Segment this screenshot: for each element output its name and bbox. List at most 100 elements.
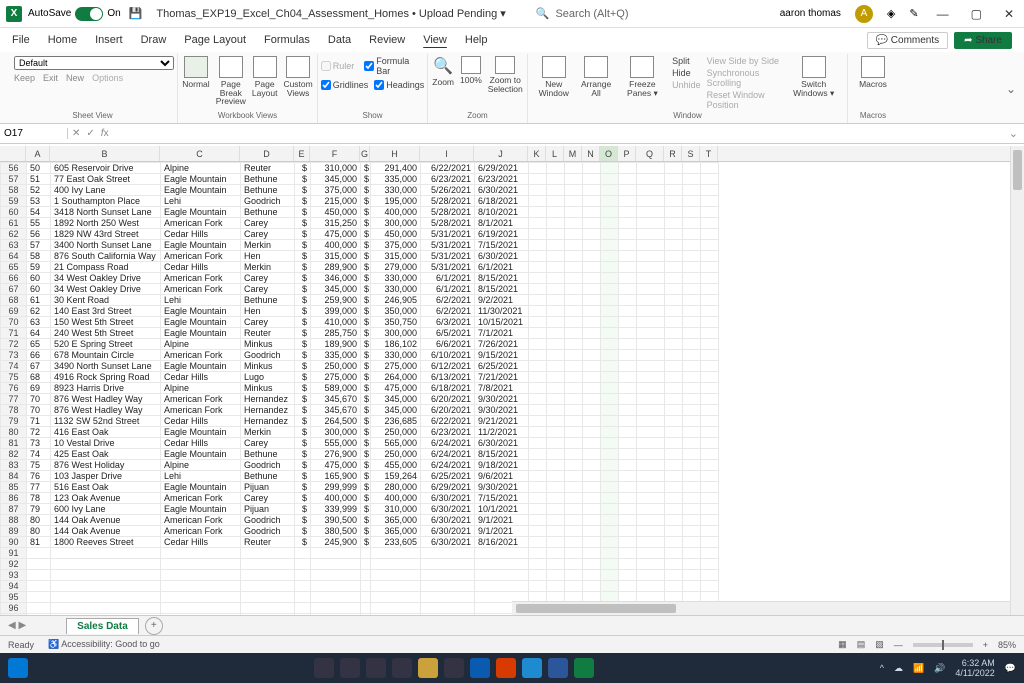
tab-nav-icons[interactable]: ◀ ▶ bbox=[8, 620, 26, 631]
status-accessibility[interactable]: ♿ Accessibility: Good to go bbox=[48, 639, 160, 650]
close-button[interactable]: ✕ bbox=[1000, 7, 1018, 21]
expand-formulabar-icon[interactable]: ⌄ bbox=[1003, 127, 1024, 140]
cells-table[interactable]: 5650605 Reservoir DriveAlpineReuter$310,… bbox=[0, 162, 719, 615]
zoom-level[interactable]: 85% bbox=[998, 640, 1016, 650]
tray-cloud-icon[interactable]: ☁ bbox=[894, 663, 903, 674]
cancel-formula-icon[interactable]: ✕ bbox=[72, 128, 80, 139]
view-pagelayout-icon[interactable]: ▤ bbox=[857, 639, 866, 650]
fx-icon[interactable]: fx bbox=[101, 128, 109, 139]
search-placeholder: Search (Alt+Q) bbox=[555, 8, 628, 20]
enter-formula-icon[interactable]: ✓ bbox=[86, 128, 94, 139]
autosave[interactable]: AutoSave On bbox=[28, 7, 121, 21]
menu-view[interactable]: View bbox=[423, 34, 447, 46]
tb-explorer[interactable] bbox=[418, 658, 438, 678]
maximize-button[interactable]: ▢ bbox=[967, 7, 986, 21]
ruler-check: Ruler bbox=[321, 56, 355, 76]
vertical-scrollbar[interactable] bbox=[1010, 146, 1024, 615]
worksheet-grid[interactable]: ABCDEFGHIJKLMNOPQRST 5650605 Reservoir D… bbox=[0, 146, 1024, 615]
zoom-in-icon[interactable]: + bbox=[983, 640, 988, 650]
view-pagebreak-icon[interactable]: ▧ bbox=[875, 639, 884, 650]
headings-check[interactable]: Headings bbox=[374, 80, 424, 90]
menu-file[interactable]: File bbox=[12, 34, 30, 46]
freezepanes-button[interactable]: Freeze Panes ▾ bbox=[619, 56, 666, 97]
name-box[interactable]: O17 bbox=[0, 128, 68, 139]
keep-button[interactable]: Keep bbox=[14, 73, 35, 83]
os-taskbar[interactable]: ^ ☁ 📶 🔊 6:32 AM 4/11/2022 💬 bbox=[0, 653, 1024, 683]
arrangeall-button[interactable]: Arrange All bbox=[580, 56, 613, 97]
formulabar-check[interactable]: Formula Bar bbox=[364, 56, 424, 76]
save-icon[interactable]: 💾 bbox=[129, 7, 143, 20]
tb-app-3[interactable] bbox=[366, 658, 386, 678]
tray-wifi-icon[interactable]: 📶 bbox=[913, 663, 924, 674]
notifications-icon[interactable]: 💬 bbox=[1005, 663, 1016, 674]
start-button[interactable] bbox=[8, 658, 28, 678]
hide-button[interactable]: Hide bbox=[672, 68, 701, 78]
menu-home[interactable]: Home bbox=[48, 34, 77, 46]
add-sheet-button[interactable]: + bbox=[145, 617, 163, 635]
zoom100-button[interactable]: 100% bbox=[460, 56, 482, 85]
sheet-tab-bar: ◀ ▶ Sales Data + bbox=[0, 615, 1024, 635]
zoom-slider[interactable] bbox=[913, 643, 973, 647]
group-sheetview: Sheet View bbox=[72, 111, 112, 121]
zoom-out-icon[interactable]: — bbox=[894, 640, 903, 650]
autosave-label: AutoSave bbox=[28, 8, 71, 19]
menu-data[interactable]: Data bbox=[328, 34, 351, 46]
tb-excel[interactable] bbox=[574, 658, 594, 678]
tb-app-6[interactable] bbox=[444, 658, 464, 678]
macros-button[interactable]: Macros bbox=[859, 56, 887, 89]
search-box[interactable]: 🔍 Search (Alt+Q) bbox=[536, 7, 629, 20]
clock[interactable]: 6:32 AM 4/11/2022 bbox=[955, 658, 994, 678]
autosave-toggle[interactable] bbox=[75, 7, 103, 21]
title-bar: X AutoSave On 💾 Thomas_EXP19_Excel_Ch04_… bbox=[0, 0, 1024, 28]
exit-button[interactable]: Exit bbox=[43, 73, 58, 83]
menu-draw[interactable]: Draw bbox=[141, 34, 167, 46]
tray-volume-icon[interactable]: 🔊 bbox=[934, 663, 945, 674]
tb-app-4[interactable] bbox=[392, 658, 412, 678]
user-name[interactable]: aaron thomas bbox=[780, 8, 841, 19]
document-title[interactable]: Thomas_EXP19_Excel_Ch04_Assessment_Homes… bbox=[156, 7, 505, 20]
pagebreak-view-button[interactable]: Page Break Preview bbox=[216, 56, 246, 106]
autosave-state: On bbox=[107, 8, 120, 19]
group-workbookviews: Workbook Views bbox=[218, 111, 277, 121]
options-button: Options bbox=[92, 73, 123, 83]
menu-page-layout[interactable]: Page Layout bbox=[184, 34, 246, 46]
gridlines-check[interactable]: Gridlines bbox=[321, 80, 369, 90]
zoom-button[interactable]: 🔍Zoom bbox=[432, 56, 454, 87]
sheetview-dropdown[interactable]: Default bbox=[14, 56, 174, 70]
tb-edge[interactable] bbox=[522, 658, 542, 678]
customviews-button[interactable]: Custom Views bbox=[283, 56, 312, 97]
column-headers[interactable]: ABCDEFGHIJKLMNOPQRST bbox=[0, 146, 1024, 162]
minimize-button[interactable]: — bbox=[933, 7, 953, 21]
switchwindows-button[interactable]: Switch Windows ▾ bbox=[786, 56, 841, 97]
unhide-button: Unhide bbox=[672, 80, 701, 90]
tray-chevron-icon[interactable]: ^ bbox=[880, 663, 884, 673]
comments-button[interactable]: 💬 Comments bbox=[867, 32, 949, 49]
pagelayout-view-button[interactable]: Page Layout bbox=[252, 56, 278, 97]
diamond-icon[interactable]: ◈ bbox=[887, 7, 895, 20]
tb-app-1[interactable] bbox=[314, 658, 334, 678]
newwindow-button[interactable]: New Window bbox=[534, 56, 574, 97]
collapse-ribbon-icon[interactable]: ⌄ bbox=[1006, 82, 1016, 96]
pen-icon[interactable]: ✎ bbox=[909, 7, 918, 20]
split-button[interactable]: Split bbox=[672, 56, 701, 66]
menu-help[interactable]: Help bbox=[465, 34, 488, 46]
ribbon: Default Keep Exit New Options Sheet View… bbox=[0, 52, 1024, 124]
menu-review[interactable]: Review bbox=[369, 34, 405, 46]
menu-bar: File Home Insert Draw Page Layout Formul… bbox=[0, 28, 1024, 52]
formula-bar-row: O17 ✕ ✓ fx ⌄ bbox=[0, 124, 1024, 144]
tb-search[interactable] bbox=[340, 658, 360, 678]
share-button[interactable]: ➦ Share bbox=[954, 32, 1012, 49]
status-ready: Ready bbox=[8, 640, 34, 650]
avatar[interactable]: A bbox=[855, 5, 873, 23]
horizontal-scrollbar[interactable] bbox=[512, 601, 1010, 615]
view-normal-icon[interactable]: ▦ bbox=[838, 639, 847, 650]
tb-word[interactable] bbox=[548, 658, 568, 678]
zoomtosel-button[interactable]: Zoom to Selection bbox=[488, 56, 523, 93]
tb-office[interactable] bbox=[496, 658, 516, 678]
new-button[interactable]: New bbox=[66, 73, 84, 83]
normal-view-button[interactable]: Normal bbox=[182, 56, 209, 89]
tb-mail[interactable] bbox=[470, 658, 490, 678]
menu-insert[interactable]: Insert bbox=[95, 34, 123, 46]
menu-formulas[interactable]: Formulas bbox=[264, 34, 310, 46]
sheet-tab-salesdata[interactable]: Sales Data bbox=[66, 618, 139, 634]
